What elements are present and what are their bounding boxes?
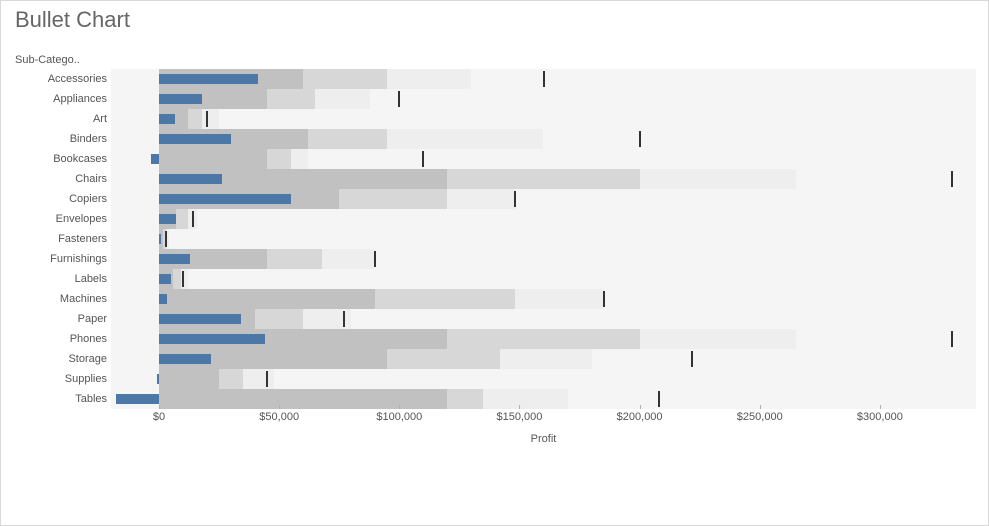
x-tick: $50,000 (259, 411, 299, 423)
row-label: Envelopes (1, 209, 107, 229)
x-tick: $250,000 (737, 411, 783, 423)
row-label: Paper (1, 309, 107, 329)
x-tick: $0 (153, 411, 165, 423)
plot-area (111, 69, 976, 409)
chart-row (111, 229, 976, 249)
row-label: Storage (1, 349, 107, 369)
target-marker (658, 391, 660, 407)
profit-bar (151, 154, 159, 164)
profit-bar (159, 214, 176, 224)
x-axis-title: Profit (111, 433, 976, 445)
range-band (159, 369, 219, 389)
row-label: Machines (1, 289, 107, 309)
chart-row (111, 189, 976, 209)
x-tick: $150,000 (497, 411, 543, 423)
profit-bar (159, 74, 258, 84)
chart-row (111, 389, 976, 409)
target-marker (951, 171, 953, 187)
profit-bar (159, 174, 221, 184)
target-marker (543, 71, 545, 87)
target-marker (514, 191, 516, 207)
chart-row (111, 209, 976, 229)
target-marker (951, 331, 953, 347)
profit-bar (159, 114, 175, 124)
range-band (159, 289, 375, 309)
chart-row (111, 129, 976, 149)
target-marker (192, 211, 194, 227)
profit-bar (159, 334, 265, 344)
row-header-label: Sub-Catego.. (15, 54, 80, 66)
chart-row (111, 89, 976, 109)
row-label: Phones (1, 329, 107, 349)
profit-bar (159, 294, 167, 304)
profit-bar (159, 234, 161, 244)
profit-bar (159, 134, 231, 144)
x-axis: Profit $0$50,000$100,000$150,000$200,000… (111, 411, 976, 441)
profit-bar (159, 274, 171, 284)
profit-bar (159, 314, 241, 324)
page-title: Bullet Chart (15, 7, 130, 33)
profit-bar (159, 254, 190, 264)
target-marker (691, 351, 693, 367)
chart-row (111, 269, 976, 289)
profit-bar (116, 394, 159, 404)
profit-bar (159, 94, 202, 104)
target-marker (422, 151, 424, 167)
chart-row (111, 149, 976, 169)
range-band (159, 389, 447, 409)
chart-row (111, 289, 976, 309)
target-marker (639, 131, 641, 147)
chart-frame: Bullet Chart Sub-Catego.. AccessoriesApp… (0, 0, 989, 526)
target-marker (206, 111, 208, 127)
target-marker (266, 371, 268, 387)
chart-row (111, 69, 976, 89)
profit-bar (157, 374, 159, 384)
target-marker (182, 271, 184, 287)
row-label: Supplies (1, 369, 107, 389)
chart-row (111, 309, 976, 329)
x-tick: $200,000 (617, 411, 663, 423)
row-label: Furnishings (1, 249, 107, 269)
chart-row (111, 169, 976, 189)
row-label: Fasteners (1, 229, 107, 249)
x-tick: $300,000 (857, 411, 903, 423)
row-label: Accessories (1, 69, 107, 89)
range-band (159, 149, 267, 169)
row-label: Bookcases (1, 149, 107, 169)
x-tick: $100,000 (376, 411, 422, 423)
target-marker (343, 311, 345, 327)
row-labels: AccessoriesAppliancesArtBindersBookcases… (1, 69, 107, 409)
target-marker (374, 251, 376, 267)
row-label: Binders (1, 129, 107, 149)
row-label: Art (1, 109, 107, 129)
row-label: Chairs (1, 169, 107, 189)
target-marker (603, 291, 605, 307)
chart-row (111, 329, 976, 349)
row-label: Tables (1, 389, 107, 409)
target-marker (398, 91, 400, 107)
target-marker (165, 231, 167, 247)
row-label: Copiers (1, 189, 107, 209)
row-label: Appliances (1, 89, 107, 109)
row-label: Labels (1, 269, 107, 289)
chart-row (111, 109, 976, 129)
profit-bar (159, 194, 291, 204)
chart-row (111, 249, 976, 269)
chart-row (111, 369, 976, 389)
chart-row (111, 349, 976, 369)
profit-bar (159, 354, 211, 364)
